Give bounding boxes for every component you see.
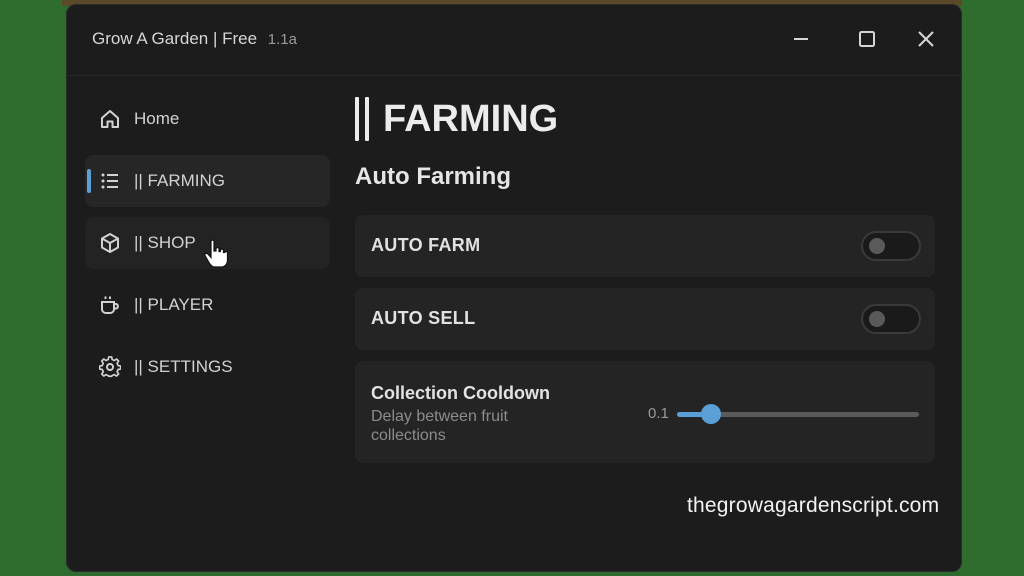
maximize-icon — [859, 31, 875, 47]
active-indicator — [87, 169, 91, 193]
auto-farm-row: AUTO FARM — [355, 215, 935, 277]
minimize-icon — [794, 38, 808, 40]
list-icon — [98, 169, 122, 193]
sidebar-item-label: || SHOP — [134, 233, 196, 252]
maximize-button[interactable] — [853, 25, 881, 53]
sidebar-item-label: Home — [134, 109, 180, 128]
slider-title: Collection Cooldown — [371, 383, 550, 403]
sidebar-item-label: || PLAYER — [134, 295, 214, 314]
title-bar[interactable]: Grow A Garden | Free 1.1a — [67, 5, 961, 75]
close-button[interactable] — [912, 25, 940, 53]
background-left — [0, 0, 62, 576]
auto-farm-label: AUTO FARM — [371, 235, 481, 255]
app-window: Grow A Garden | Free 1.1a Home || FARMIN… — [66, 4, 962, 572]
close-icon — [918, 31, 934, 47]
auto-sell-label: AUTO SELL — [371, 308, 476, 328]
slider-value: 0.1 — [648, 405, 669, 422]
main-panel: FARMING Auto Farming AUTO FARM AUTO SELL… — [355, 93, 935, 463]
cooldown-slider-thumb[interactable] — [701, 404, 721, 424]
sidebar-item-label: || SETTINGS — [134, 357, 233, 376]
page-title: FARMING — [355, 93, 935, 145]
toggle-knob — [869, 311, 885, 327]
sidebar-item-player[interactable]: || PLAYER — [85, 279, 330, 331]
background-right — [962, 0, 1024, 576]
auto-sell-row: AUTO SELL — [355, 288, 935, 350]
sidebar-item-farming[interactable]: || FARMING — [85, 155, 330, 207]
hand-cursor-icon — [203, 239, 229, 274]
sidebar-item-home[interactable]: Home — [85, 93, 330, 145]
window-title-text: Grow A Garden | Free — [92, 29, 258, 48]
cup-icon — [98, 293, 122, 317]
auto-sell-toggle[interactable] — [861, 304, 921, 334]
sidebar: Home || FARMING || SHOP || PLAYER || SET… — [85, 93, 330, 403]
home-icon — [98, 107, 122, 131]
sidebar-item-settings[interactable]: || SETTINGS — [85, 341, 330, 393]
sidebar-item-label: || FARMING — [134, 171, 226, 190]
cube-icon — [98, 231, 122, 255]
gear-icon — [98, 355, 122, 379]
watermark: thegrowagardenscript.com — [687, 494, 940, 517]
minimize-button[interactable] — [787, 25, 815, 53]
section-title: Auto Farming — [355, 163, 511, 190]
collection-cooldown-row: Collection Cooldown Delay between fruit … — [355, 361, 935, 463]
sidebar-item-shop[interactable]: || SHOP — [85, 217, 330, 269]
title-bars-icon — [355, 97, 369, 141]
title-divider — [67, 75, 961, 76]
page-title-text: FARMING — [383, 97, 559, 140]
slider-description: Delay between fruit collections — [371, 408, 508, 444]
auto-farm-toggle[interactable] — [861, 231, 921, 261]
window-version: 1.1a — [267, 31, 297, 48]
toggle-knob — [869, 238, 885, 254]
window-title: Grow A Garden | Free 1.1a — [92, 29, 297, 49]
cooldown-slider-track[interactable] — [677, 404, 919, 424]
